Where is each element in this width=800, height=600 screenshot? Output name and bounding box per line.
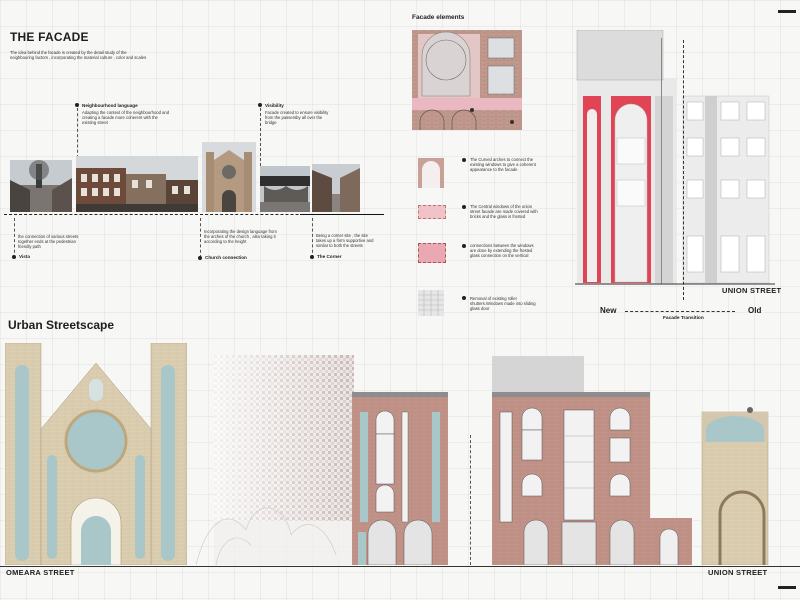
church-elevation: [4, 342, 188, 566]
note-leader: [77, 108, 78, 158]
transition-street-label: UNION STREET: [722, 286, 782, 295]
street-photo: [10, 160, 72, 212]
omeara-street-label: OMEARA STREET: [6, 568, 75, 577]
bridge-photo: [260, 166, 310, 212]
new-building-elevation: [352, 382, 450, 566]
element-bullet: [462, 244, 466, 248]
element-text: The Curved arches to connect the existin…: [470, 157, 536, 173]
union-building-elevation: [492, 356, 692, 566]
note-bullet: [12, 255, 16, 259]
element-text: Removal of existing roller shutters.Wind…: [470, 296, 536, 312]
transition-divider: [683, 40, 684, 300]
note-bullet: [198, 256, 202, 260]
church-photo: [202, 142, 256, 212]
note-heading: Visibility: [265, 103, 284, 108]
element-bullet: [462, 205, 466, 209]
new-label: New: [600, 306, 617, 315]
note-heading: Church connection: [205, 255, 247, 260]
note-text: Facade created to ensure visibility from…: [265, 110, 329, 126]
element-bullet: [462, 158, 466, 162]
transition-arrow-line: [625, 311, 735, 312]
note-leader: [312, 218, 313, 258]
element-text: connections between the windows are done…: [470, 243, 534, 259]
corner-tower-elevation: [700, 404, 770, 566]
union-street-label: UNION STREET: [708, 568, 768, 577]
corner-mark: [778, 586, 796, 589]
note-leader: [260, 108, 261, 166]
element-connection-swatch: [418, 243, 446, 263]
note-leader: [200, 218, 201, 258]
pixel-glass-building: [195, 355, 356, 566]
note-leader: [14, 218, 15, 258]
element-window-swatch: [418, 205, 446, 219]
note-text: Incorporating the design language from t…: [204, 229, 277, 245]
facade-title: THE FACADE: [10, 30, 89, 44]
transition-caption: Facade Transition: [663, 316, 704, 321]
element-bullet: [462, 296, 466, 300]
elements-title: Facade elements: [412, 14, 465, 21]
element-arch-swatch: [418, 158, 444, 188]
section-divider: [470, 435, 471, 565]
corner-photo: [312, 164, 360, 212]
note-bullet: [310, 255, 314, 259]
streetscape-title: Urban Streetscape: [8, 318, 115, 332]
street-photo: [76, 156, 198, 212]
note-heading: Vista: [19, 254, 30, 259]
corner-mark: [778, 10, 796, 13]
note-heading: The Corner: [317, 254, 342, 259]
element-door-swatch: [418, 290, 444, 316]
note-text: the connection of various streets togeth…: [18, 234, 79, 250]
note-text: Being a corner site , the site takes up …: [316, 233, 374, 249]
facade-intro: The idea behind the facade is created by…: [10, 50, 147, 61]
ground-line: [0, 566, 800, 567]
transition-elevation: [575, 29, 775, 285]
note-heading: Neighbourhood language: [82, 103, 138, 108]
note-text: Adapting the context of the neighbourhoo…: [82, 110, 170, 126]
facade-detail-drawing: [412, 30, 522, 130]
note-bullet: [75, 103, 79, 107]
timeline-solid: [300, 214, 384, 215]
element-text: The Central windows of the union street …: [470, 204, 538, 220]
note-bullet: [258, 103, 262, 107]
old-label: Old: [748, 306, 762, 315]
